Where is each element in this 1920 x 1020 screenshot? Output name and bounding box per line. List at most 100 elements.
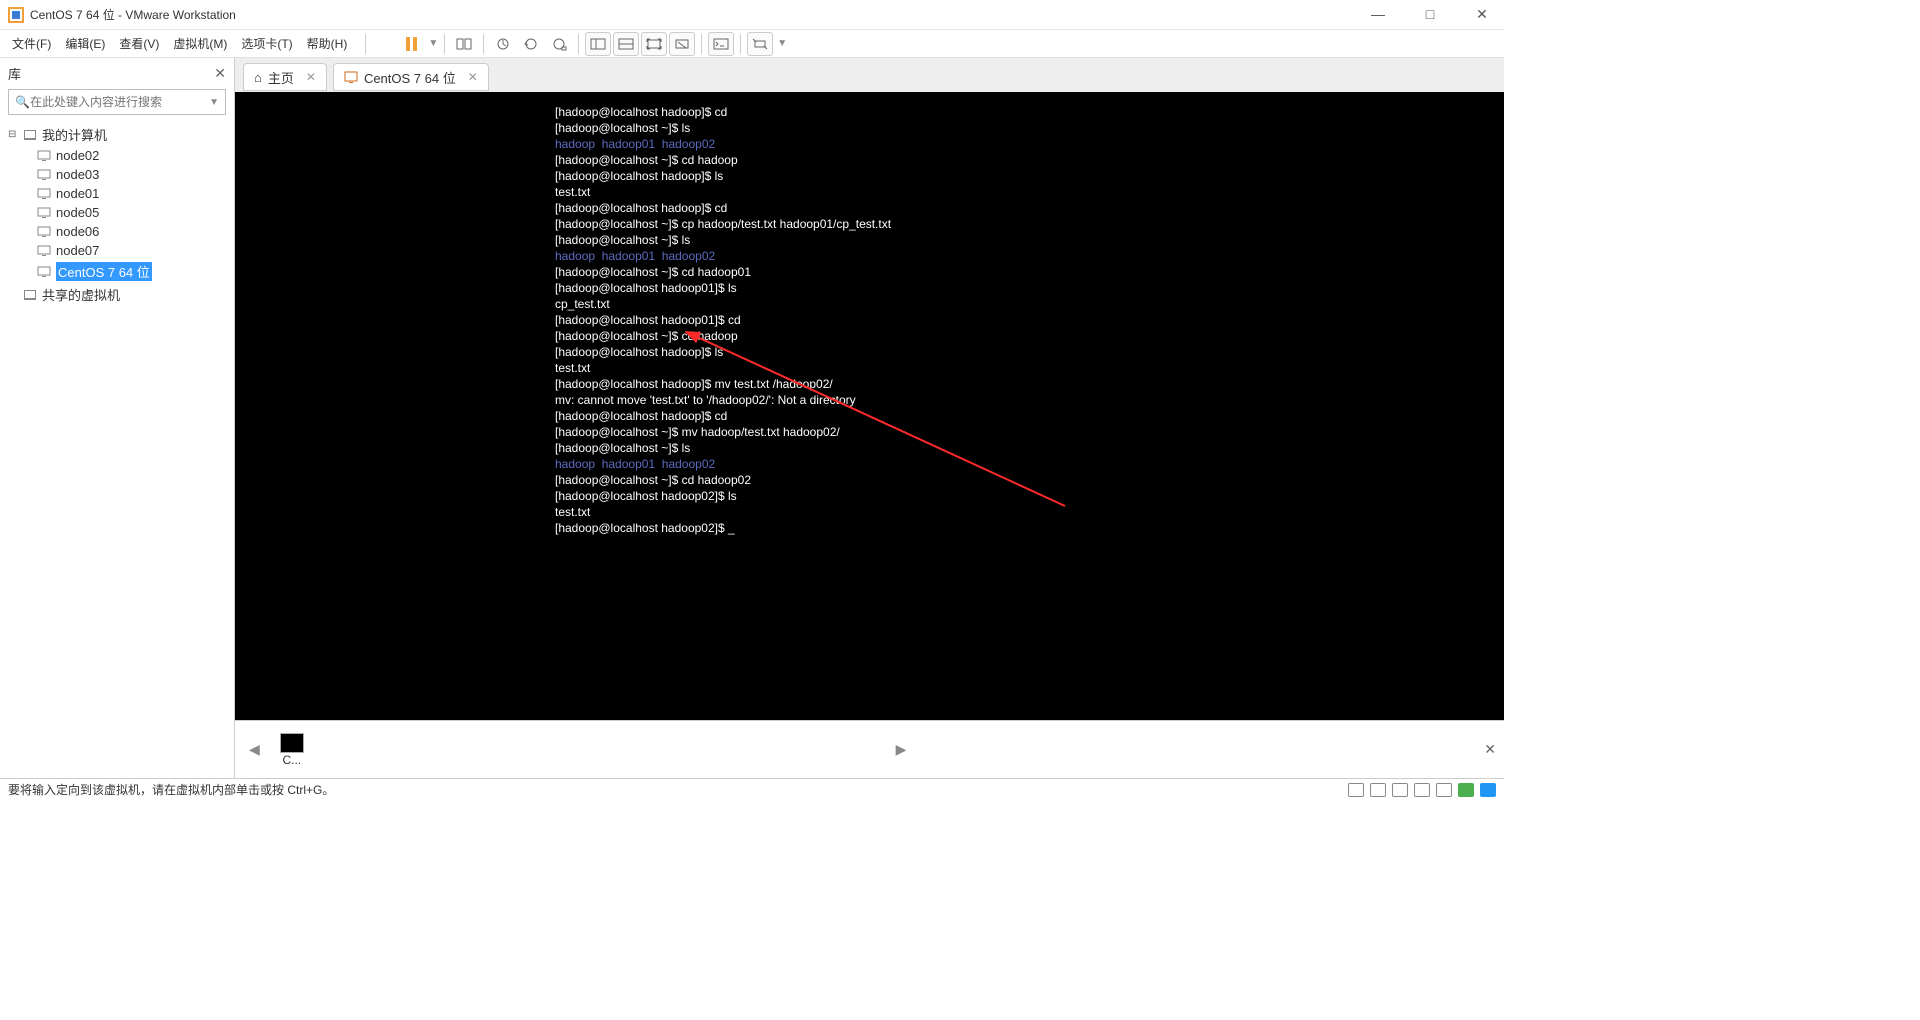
console-button[interactable] [708,32,734,56]
terminal-line: [hadoop@localhost ~]$ ls [555,232,1504,248]
terminal-line: [hadoop@localhost ~]$ ls [555,120,1504,136]
terminal-line: test.txt [555,360,1504,376]
device-usb-icon[interactable] [1414,783,1430,797]
tree-root-shared[interactable]: 共享的虚拟机 [8,283,226,306]
terminal-line: [hadoop@localhost hadoop]$ ls [555,168,1504,184]
close-thumbstrip-button[interactable]: ✕ [1484,741,1496,758]
sidebar: 库 ✕ 🔍 ▼ ⊟ 我的计算机 node02node03node01node05… [0,58,235,778]
tab-centos[interactable]: CentOS 7 64 位 ✕ [333,63,489,91]
menu-view[interactable]: 查看(V) [119,35,159,52]
device-display-icon[interactable] [1480,783,1496,797]
thumbnail-label: C... [282,753,301,767]
home-icon: ⌂ [254,70,262,85]
sidebar-item-node07[interactable]: node07 [8,241,226,260]
sidebar-item-CentOS-7-64-位[interactable]: CentOS 7 64 位 [8,260,226,283]
terminal-line: mv: cannot move 'test.txt' to '/hadoop02… [555,392,1504,408]
vm-icon [36,206,52,220]
stretch-button[interactable] [747,32,773,56]
statusbar: 要将输入定向到该虚拟机，请在虚拟机内部单击或按 Ctrl+G。 [0,778,1504,800]
next-thumb-button[interactable]: ▶ [890,741,913,758]
window-title: CentOS 7 64 位 - VMware Workstation [30,6,236,23]
sidebar-item-label: node02 [56,148,99,163]
maximize-button[interactable]: □ [1416,6,1444,23]
send-button[interactable] [451,32,477,56]
terminal-line: [hadoop@localhost hadoop01]$ cd [555,312,1504,328]
monitor-icon [22,288,38,302]
terminal-line: [hadoop@localhost ~]$ cd hadoop02 [555,472,1504,488]
search-box[interactable]: 🔍 ▼ [8,89,226,115]
titlebar: CentOS 7 64 位 - VMware Workstation — □ ✕ [0,0,1504,30]
sidebar-item-node03[interactable]: node03 [8,165,226,184]
prev-thumb-button[interactable]: ◀ [243,741,266,758]
close-icon[interactable]: ✕ [306,70,316,84]
vm-icon [36,149,52,163]
menu-help[interactable]: 帮助(H) [307,35,348,52]
terminal-line: [hadoop@localhost ~]$ cp hadoop/test.txt… [555,216,1504,232]
sidebar-item-label: node03 [56,167,99,182]
terminal-line: hadoop hadoop01 hadoop02 [555,136,1504,152]
terminal-line: [hadoop@localhost ~]$ cd hadoop [555,152,1504,168]
close-sidebar-button[interactable]: ✕ [214,65,226,82]
vm-icon [36,225,52,239]
sidebar-item-node01[interactable]: node01 [8,184,226,203]
pause-button[interactable] [398,32,424,56]
sidebar-item-node05[interactable]: node05 [8,203,226,222]
chevron-down-icon[interactable]: ▼ [209,97,219,108]
menu-tabs[interactable]: 选项卡(T) [241,35,292,52]
search-icon: 🔍 [15,95,30,109]
status-text: 要将输入定向到该虚拟机，请在虚拟机内部单击或按 Ctrl+G。 [8,781,334,798]
terminal-line: [hadoop@localhost ~]$ cd hadoop [555,328,1504,344]
vm-icon [36,168,52,182]
sidebar-item-node06[interactable]: node06 [8,222,226,241]
sidebar-item-label: node07 [56,243,99,258]
snapshot-button[interactable] [490,32,516,56]
terminal-line: [hadoop@localhost hadoop]$ cd [555,408,1504,424]
device-sound-icon[interactable] [1458,783,1474,797]
terminal-line: test.txt [555,184,1504,200]
minimize-button[interactable]: — [1364,6,1392,23]
unity-button[interactable] [669,32,695,56]
device-printer-icon[interactable] [1436,783,1452,797]
view-tiled-button[interactable] [613,32,639,56]
vm-icon [36,244,52,258]
close-icon[interactable]: ✕ [468,70,478,84]
tab-label: 主页 [268,68,294,87]
toolbar: ▼ ▼ [398,32,787,56]
terminal-line: [hadoop@localhost hadoop]$ mv test.txt /… [555,376,1504,392]
search-input[interactable] [30,95,203,109]
terminal-line: [hadoop@localhost hadoop01]$ ls [555,280,1504,296]
sidebar-item-label: node06 [56,224,99,239]
terminal-line: test.txt [555,504,1504,520]
tree-root-my-computer[interactable]: ⊟ 我的计算机 [8,123,226,146]
sidebar-item-label: CentOS 7 64 位 [56,262,152,281]
thumbnail[interactable]: C... [272,733,312,767]
monitor-icon [22,128,38,142]
view-single-button[interactable] [585,32,611,56]
snapshot-revert-button[interactable] [518,32,544,56]
sidebar-item-label: node05 [56,205,99,220]
menu-file[interactable]: 文件(F) [12,35,51,52]
vm-icon [36,265,52,279]
device-network-icon[interactable] [1392,783,1408,797]
chevron-down-icon[interactable]: ▼ [428,38,438,49]
menu-vm[interactable]: 虚拟机(M) [173,35,227,52]
chevron-down-icon[interactable]: ▼ [777,38,787,49]
menubar: 文件(F) 编辑(E) 查看(V) 虚拟机(M) 选项卡(T) 帮助(H) ▼ … [0,30,1504,58]
sidebar-item-node02[interactable]: node02 [8,146,226,165]
terminal-line: hadoop hadoop01 hadoop02 [555,456,1504,472]
terminal-line: hadoop hadoop01 hadoop02 [555,248,1504,264]
device-cd-icon[interactable] [1370,783,1386,797]
device-hdd-icon[interactable] [1348,783,1364,797]
vm-icon [36,187,52,201]
terminal-line: [hadoop@localhost hadoop02]$ _ [555,520,1504,536]
snapshot-manager-button[interactable] [546,32,572,56]
terminal-line: [hadoop@localhost hadoop]$ cd [555,200,1504,216]
app-icon [8,7,24,23]
close-button[interactable]: ✕ [1468,6,1496,23]
terminal-line: [hadoop@localhost hadoop]$ cd [555,104,1504,120]
vm-icon [344,70,358,84]
tab-home[interactable]: ⌂ 主页 ✕ [243,63,327,91]
menu-edit[interactable]: 编辑(E) [65,35,105,52]
terminal-view[interactable]: [hadoop@localhost hadoop]$ cd[hadoop@loc… [235,92,1504,720]
fullscreen-button[interactable] [641,32,667,56]
